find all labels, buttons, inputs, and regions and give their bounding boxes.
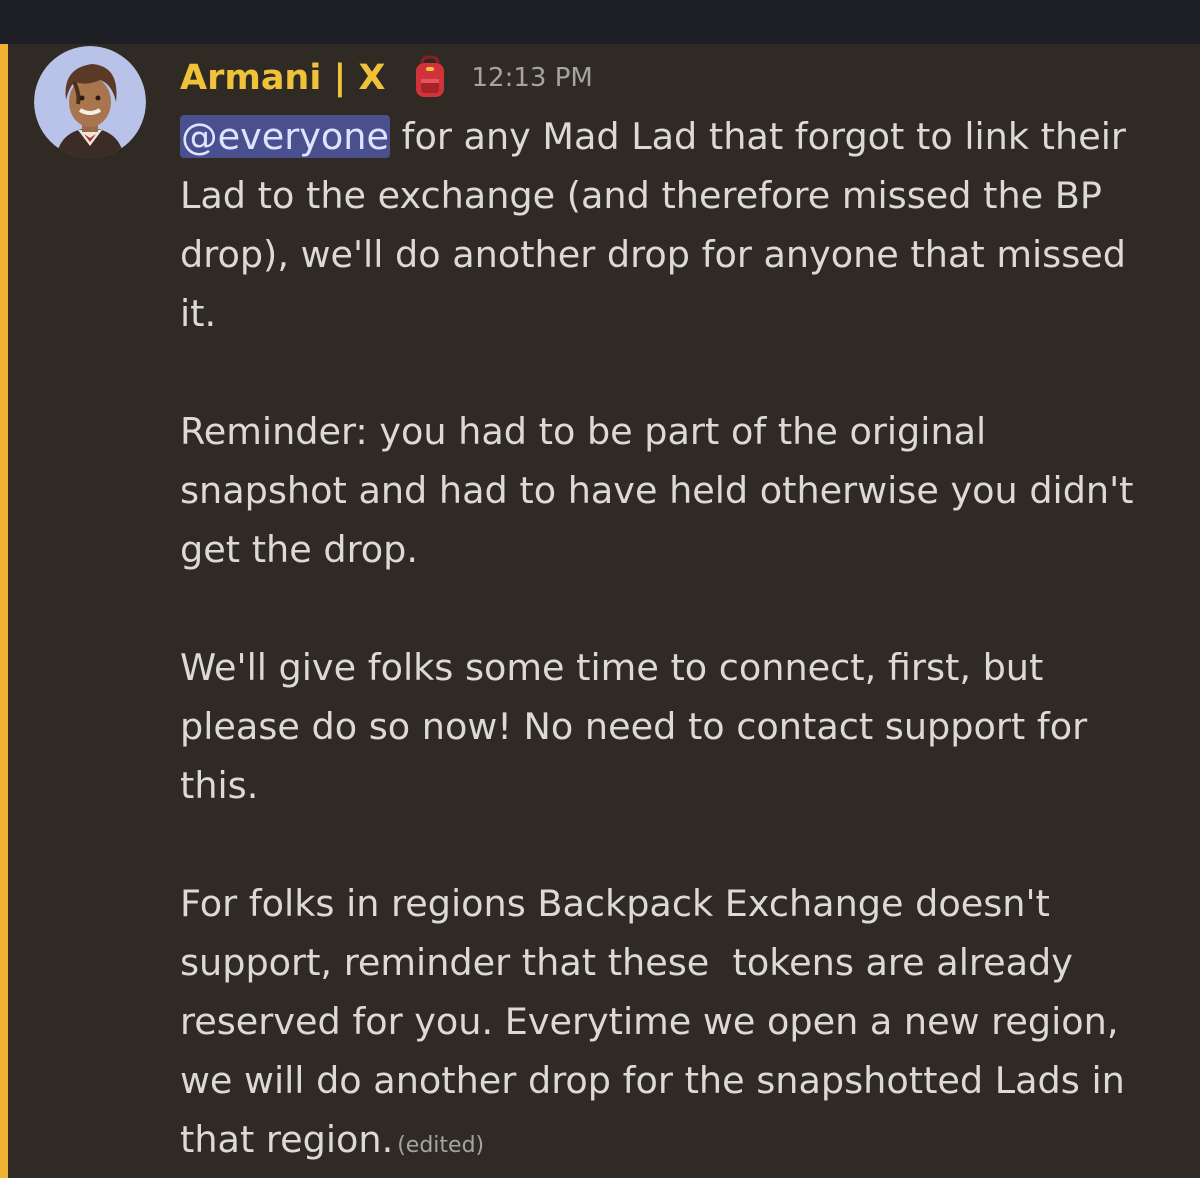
message-paragraph-2: Reminder: you had to be part of the orig… <box>180 410 1134 571</box>
backpack-icon[interactable] <box>412 55 448 101</box>
message-paragraph-4: For folks in regions Backpack Exchange d… <box>180 882 1125 1161</box>
edited-label: (edited) <box>397 1133 485 1158</box>
top-bar <box>0 0 1200 44</box>
message-content: @everyone for any Mad Lad that forgot to… <box>180 107 1180 1175</box>
mention-everyone[interactable]: @everyone <box>180 115 390 158</box>
message-header: Armani | X 12:13 PM <box>180 48 593 108</box>
message-item[interactable]: Armani | X 12:13 PM @everyone for any Ma… <box>0 44 1200 1178</box>
message-paragraph-3: We'll give folks some time to connect, f… <box>180 646 1088 807</box>
mention-highlight-bar <box>0 44 8 1178</box>
username[interactable]: Armani | X <box>180 58 386 98</box>
avatar[interactable] <box>34 46 146 158</box>
message-timestamp: 12:13 PM <box>471 63 593 93</box>
